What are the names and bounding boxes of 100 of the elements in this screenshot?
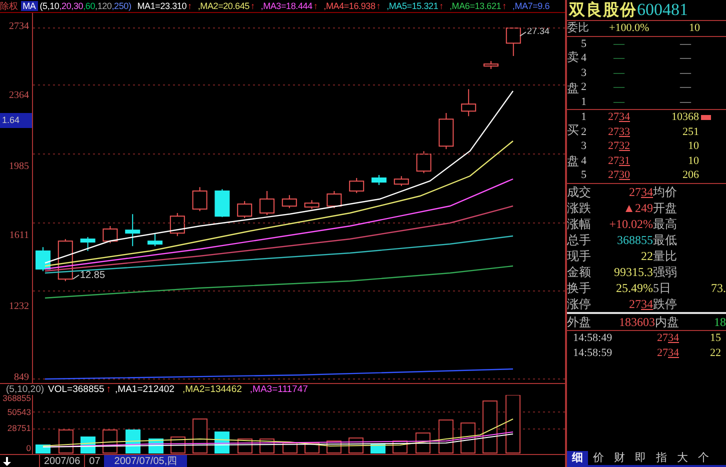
stat-label: 最低 bbox=[653, 232, 678, 248]
order-volume: 10368 bbox=[670, 110, 699, 124]
up-arrow: ↑ bbox=[188, 1, 192, 11]
candle bbox=[372, 174, 386, 186]
order-price: 2731 bbox=[607, 154, 631, 168]
order-volume: 251 bbox=[682, 124, 699, 139]
axis-label: 50543 bbox=[7, 407, 31, 417]
cursor-date: 2007/07/05,四 bbox=[104, 455, 188, 467]
order-rank: 1 bbox=[581, 94, 588, 109]
stat-value: 368855 bbox=[616, 232, 653, 248]
axis-label: 1985 bbox=[9, 160, 29, 172]
axis-label: 1232 bbox=[9, 300, 29, 312]
candle bbox=[192, 186, 208, 212]
axis-label: 849 bbox=[14, 372, 29, 384]
candle bbox=[506, 28, 521, 57]
stat-label: 均价 bbox=[653, 184, 678, 200]
ratio-label: 委比 bbox=[567, 21, 590, 36]
up-arrow: ↑ bbox=[502, 1, 506, 11]
ratio-extra: 10 bbox=[689, 21, 701, 36]
order-rank: 5 bbox=[581, 36, 588, 51]
order-price: 2734 bbox=[607, 110, 631, 124]
stock-name: 双良股份 bbox=[569, 0, 637, 20]
ma-title: MA bbox=[20, 1, 38, 11]
order-rank: 2 bbox=[581, 80, 588, 94]
ma-value: ,MA6=13.621 bbox=[449, 1, 502, 11]
candle bbox=[416, 150, 432, 174]
stat-label: 涨跌 bbox=[567, 200, 592, 216]
stat-label: 成交 bbox=[567, 184, 592, 200]
order-side-label: 买盘 bbox=[567, 122, 579, 170]
candle bbox=[326, 190, 342, 209]
up-arrow: ↑ bbox=[376, 1, 381, 11]
axis-label: 2734 bbox=[9, 21, 29, 32]
candle bbox=[170, 212, 185, 237]
stat-label: 涨幅 bbox=[567, 216, 592, 232]
stat-value: +10.02% bbox=[608, 216, 653, 232]
trade-time: 14:58:59 bbox=[572, 346, 614, 360]
ma-value: ,MA4=16.938 bbox=[324, 1, 376, 11]
stat-label: 现手 bbox=[567, 248, 592, 264]
panel-tab[interactable]: 细 bbox=[567, 451, 588, 465]
candle bbox=[125, 214, 140, 247]
ma-period: ,120 bbox=[95, 1, 112, 11]
stat-label: 跌停 bbox=[653, 296, 678, 312]
order-rank: 3 bbox=[581, 66, 588, 80]
stat-value: 2734 bbox=[628, 296, 653, 312]
stat-label: 量比 bbox=[653, 248, 678, 264]
empty-volume: — bbox=[679, 80, 692, 94]
ma-value: ,MA5=15.321 bbox=[386, 1, 438, 11]
inner-volume-label: 内盘 bbox=[655, 314, 680, 330]
stat-value: 2734 bbox=[628, 184, 653, 200]
trade-price: 2734 bbox=[656, 346, 679, 360]
axis-label: 1611 bbox=[9, 230, 29, 242]
stat-label: 换手 bbox=[567, 280, 592, 296]
stat-value: 73. bbox=[710, 280, 726, 296]
empty-price: — bbox=[612, 66, 626, 80]
candle bbox=[461, 88, 476, 117]
order-rank: 4 bbox=[581, 51, 588, 66]
current-value-marker: 1.64 bbox=[0, 113, 32, 128]
empty-price: — bbox=[612, 36, 626, 51]
stat-value: 99315.3 bbox=[613, 264, 653, 280]
leader-line bbox=[72, 274, 80, 280]
stat-label: 开盘 bbox=[653, 200, 678, 216]
empty-price: — bbox=[612, 94, 626, 109]
axis-label: 368855 bbox=[2, 395, 31, 403]
order-volume: 10 bbox=[687, 154, 699, 168]
stat-label: 最高 bbox=[653, 216, 678, 232]
candle bbox=[36, 246, 50, 272]
candle bbox=[237, 200, 252, 219]
order-price: 2732 bbox=[607, 139, 631, 154]
candle bbox=[80, 236, 96, 252]
volume-value: ,MA3=111747 bbox=[250, 384, 308, 395]
stat-value: ▲249 bbox=[622, 200, 653, 216]
leader-line bbox=[520, 32, 526, 36]
ratio-value: +100.0% bbox=[608, 21, 650, 36]
volume-value: VOL=368855 bbox=[48, 384, 104, 395]
candle bbox=[282, 194, 297, 209]
up-arrow: ↑ bbox=[250, 1, 255, 11]
trade-volume: 15 bbox=[709, 330, 721, 346]
empty-price: — bbox=[612, 80, 626, 94]
stat-value: 22 bbox=[640, 248, 653, 264]
ma-value: ,MA2=20.645 bbox=[198, 1, 250, 11]
stock-code: 600481 bbox=[637, 0, 688, 20]
inner-volume-value: 18 bbox=[713, 314, 726, 330]
volume-bar bbox=[36, 444, 50, 454]
stat-label: 5日 bbox=[653, 280, 672, 296]
candle bbox=[148, 232, 162, 247]
order-rank: 1 bbox=[581, 110, 588, 124]
ma-period: ,60 bbox=[83, 1, 96, 11]
candle bbox=[394, 176, 409, 186]
volume-value: ,MA2=134462 bbox=[182, 384, 242, 395]
candle bbox=[349, 177, 364, 194]
ma-period: ,10 bbox=[47, 1, 60, 11]
outer-volume-label: 外盘 bbox=[567, 314, 592, 330]
order-rank: 2 bbox=[581, 124, 588, 139]
empty-volume: — bbox=[679, 36, 692, 51]
empty-volume: — bbox=[679, 51, 692, 66]
trade-price: 2734 bbox=[656, 330, 679, 346]
indicator-label: 除权 bbox=[0, 0, 18, 12]
candle bbox=[214, 188, 230, 218]
trade-volume: 22 bbox=[709, 346, 721, 360]
axis-label: 28751 bbox=[7, 423, 31, 433]
